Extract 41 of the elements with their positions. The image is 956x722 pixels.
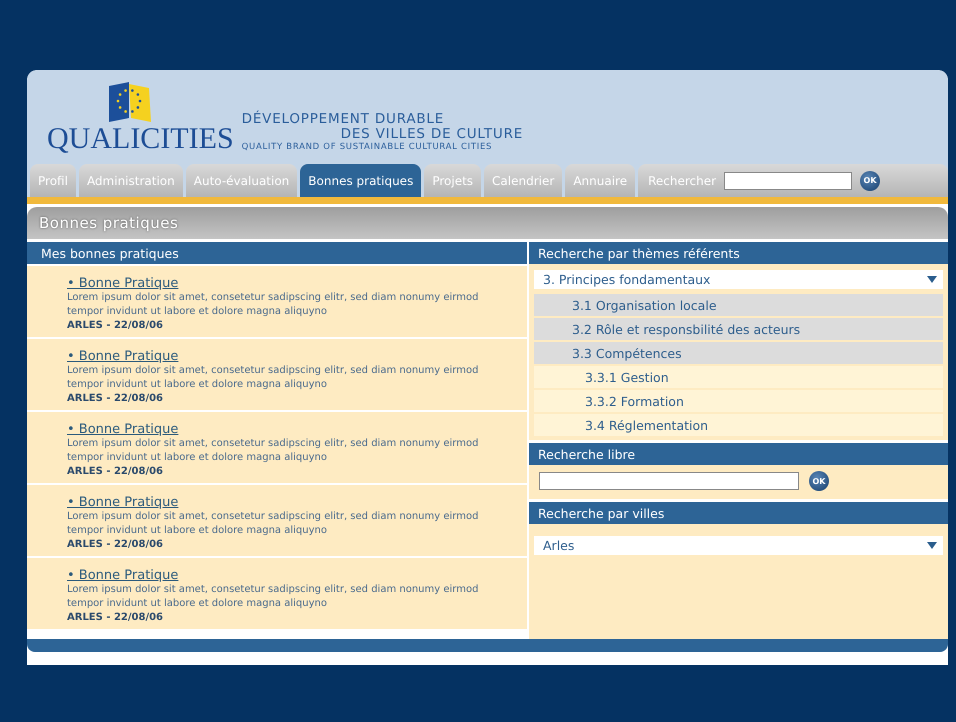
city-dropdown[interactable]: Arles	[534, 536, 943, 555]
practice-meta: ARLES - 22/08/06	[67, 538, 164, 551]
practice-meta: ARLES - 22/08/06	[67, 392, 164, 405]
theme-dropdown[interactable]: 3. Principes fondamentaux	[534, 270, 943, 289]
section-header: Recherche libre	[529, 443, 948, 465]
section-header: Recherche par thèmes référents	[529, 242, 948, 264]
theme-item[interactable]: 3.2 Rôle et responsbilité des acteurs	[534, 318, 943, 340]
search-field[interactable]	[539, 472, 799, 490]
theme-item[interactable]: 3.3 Compétences	[534, 342, 943, 364]
practice-description: Lorem ipsum dolor sit amet, consetetur sadipscing elitr, sed diam nonumy eirmod tempor invidunt ut labore et dolore magna aliquyno	[67, 291, 480, 319]
practice-description: Lorem ipsum dolor sit amet, consetetur sadipscing elitr, sed diam nonumy eirmod tempor invidunt ut labore et dolore magna aliquyno	[67, 437, 480, 465]
practice-description: Lorem ipsum dolor sit amet, consetetur sadipscing elitr, sed diam nonumy eirmod tempor invidunt ut labore et dolore magna aliquyno	[67, 510, 480, 538]
search-label: Rechercher	[648, 174, 716, 188]
flag-logo-icon	[107, 82, 154, 124]
nav-tab[interactable]: Bonnes pratiques	[300, 164, 422, 197]
theme-item[interactable]: 3.3.1 Gestion	[534, 366, 943, 388]
caret-icon	[927, 542, 937, 549]
theme-item[interactable]: 3.3.2 Formation	[534, 390, 943, 412]
practice-link[interactable]: • Bonne Pratique	[67, 423, 178, 437]
practice-meta: ARLES - 22/08/06	[67, 465, 164, 478]
practice-description: Lorem ipsum dolor sit amet, consetetur sadipscing elitr, sed diam nonumy eirmod tempor invidunt ut labore et dolore magna aliquyno	[67, 583, 480, 611]
practice-meta: ARLES - 22/08/06	[67, 319, 164, 332]
section-header: Recherche par villes	[529, 502, 948, 524]
theme-item[interactable]: 3.4 Réglementation	[534, 414, 943, 436]
practice-link[interactable]: • Bonne Pratique	[67, 569, 178, 583]
practice-description: Lorem ipsum dolor sit amet, consetetur sadipscing elitr, sed diam nonumy eirmod tempor invidunt ut labore et dolore magna aliquyno	[67, 364, 480, 392]
page-title: Bonnes pratiques	[27, 207, 948, 239]
practice-link[interactable]: • Bonne Pratique	[67, 350, 178, 364]
tagline: DES VILLES DE CULTURE	[340, 127, 524, 142]
ok-button[interactable]: OK	[809, 471, 829, 491]
tagline: QUALITY BRAND OF SUSTAINABLE CULTURAL CITIES	[242, 142, 494, 152]
ok-button[interactable]: OK	[860, 170, 880, 190]
tagline: DÉVELOPPEMENT DURABLE	[242, 112, 446, 127]
practice-link[interactable]: • Bonne Pratique	[67, 496, 178, 510]
logo-text: QUALICITIES	[47, 124, 234, 154]
caret-icon	[927, 276, 937, 283]
section-header: Mes bonnes pratiques	[27, 242, 527, 264]
practice-link[interactable]: • Bonne Pratique	[67, 277, 178, 291]
theme-item[interactable]: 3.1 Organisation locale	[534, 294, 943, 316]
practice-meta: ARLES - 22/08/06	[67, 611, 164, 624]
search-field[interactable]	[724, 172, 852, 190]
